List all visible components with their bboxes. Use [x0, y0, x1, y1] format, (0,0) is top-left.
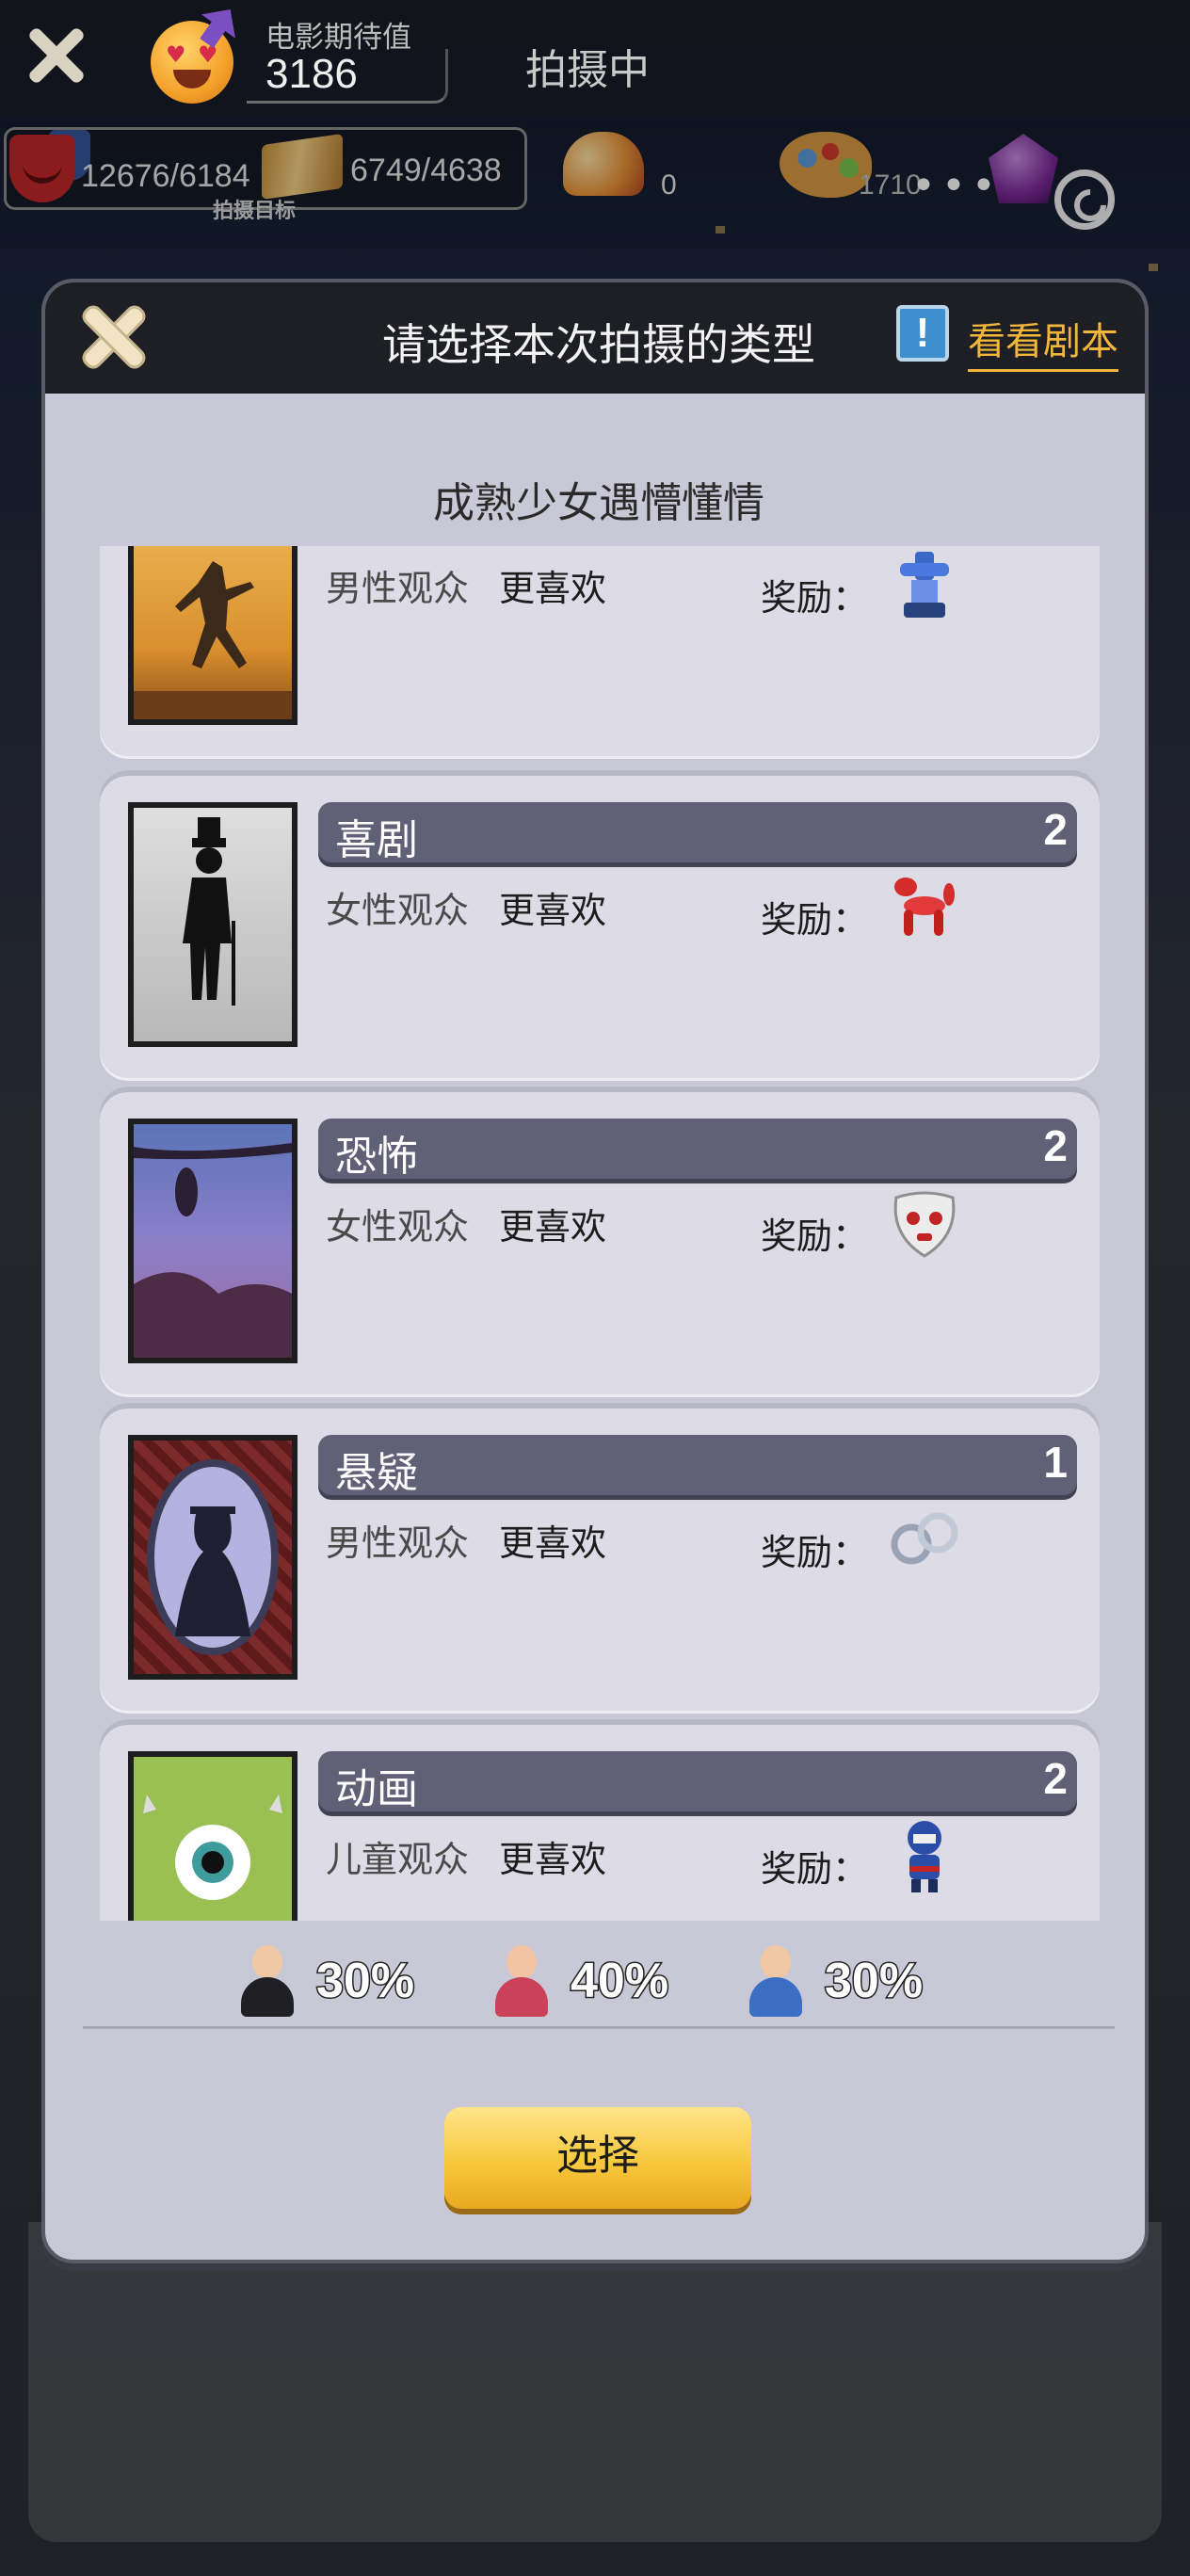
reward-label: 奖励：	[761, 577, 869, 619]
genre-name: 喜剧	[335, 816, 418, 864]
prefer-label: 更喜欢	[499, 1206, 607, 1248]
reward-label: 奖励：	[761, 1216, 869, 1257]
info-icon[interactable]: !	[896, 305, 949, 362]
prefer-label: 更喜欢	[499, 890, 607, 931]
filming-status: 拍摄中	[525, 46, 650, 94]
audience-stats: 30% 40% 30%	[45, 1940, 1152, 2022]
audience-label: 女性观众	[326, 890, 470, 931]
balloon-dog-icon	[887, 868, 962, 947]
genre-count: 2	[1043, 1754, 1068, 1803]
script-title: 成熟少女遇懵懂情	[433, 479, 764, 527]
genre-count: 2	[1043, 1121, 1068, 1170]
scary-mask-icon	[887, 1184, 962, 1264]
hero-figure-icon	[887, 1817, 962, 1896]
genre-select-modal: 请选择本次拍摄的类型 ! 看看剧本 成熟少女遇懵懂情 动作 3 男性观众 更喜欢…	[41, 279, 1149, 2263]
genre-count: 2	[1043, 805, 1068, 854]
genre-card-action[interactable]: 动作 3 男性观众 更喜欢 奖励：	[100, 546, 1100, 759]
view-script-link[interactable]: 看看剧本	[968, 311, 1118, 372]
male-audience-icon	[241, 1945, 294, 2017]
genre-count: 1	[1043, 1438, 1068, 1487]
genre-card-animation[interactable]: 动画 2 儿童观众 更喜欢 奖励：	[100, 1719, 1100, 1921]
action-poster	[128, 546, 298, 725]
child-audience-icon	[749, 1945, 802, 2017]
modal-header: 请选择本次拍摄的类型 ! 看看剧本	[45, 282, 1145, 394]
reward-label: 奖励：	[761, 1848, 869, 1890]
genre-card-suspense[interactable]: 悬疑 1 男性观众 更喜欢 奖励：	[100, 1403, 1100, 1714]
child-percent: 30%	[823, 1953, 924, 2010]
select-button[interactable]: 选择	[444, 2107, 751, 2209]
female-percent: 40%	[569, 1953, 669, 2010]
genre-bar: 喜剧 2	[318, 802, 1077, 864]
background-panel	[28, 2222, 1162, 2542]
prefer-label: 更喜欢	[499, 568, 607, 609]
genre-bar: 悬疑 1	[318, 1435, 1077, 1497]
audience-label: 男性观众	[326, 568, 470, 609]
suspense-poster	[128, 1435, 298, 1680]
genre-bar: 恐怖 2	[318, 1119, 1077, 1181]
audience-label: 男性观众	[326, 1522, 470, 1564]
reward-label: 奖励：	[761, 899, 869, 941]
animation-poster	[128, 1751, 298, 1921]
genre-bar: 动画 2	[318, 1751, 1077, 1813]
male-percent: 30%	[314, 1953, 415, 2010]
handcuffs-icon	[887, 1501, 962, 1580]
female-audience-icon	[495, 1945, 548, 2017]
genre-card-horror[interactable]: 恐怖 2 女性观众 更喜欢 奖励：	[100, 1087, 1100, 1397]
reward-label: 奖励：	[761, 1532, 869, 1573]
genre-name: 恐怖	[335, 1133, 418, 1181]
divider	[83, 2026, 1115, 2029]
genre-list[interactable]: 动作 3 男性观众 更喜欢 奖励： 喜剧 2 女性观众 更喜欢 奖励：	[100, 546, 1100, 1921]
close-icon[interactable]	[21, 21, 90, 90]
comedy-poster	[128, 802, 298, 1047]
prefer-label: 更喜欢	[499, 1839, 607, 1880]
prefer-label: 更喜欢	[499, 1522, 607, 1564]
genre-name: 悬疑	[335, 1449, 418, 1497]
trophy-icon	[887, 546, 962, 625]
audience-label: 女性观众	[326, 1206, 470, 1248]
top-bar: ♥ ♥ 电影期待值 3186 拍摄中	[0, 0, 1190, 118]
horror-poster	[128, 1119, 298, 1363]
audience-label: 儿童观众	[326, 1839, 470, 1880]
genre-card-comedy[interactable]: 喜剧 2 女性观众 更喜欢 奖励：	[100, 770, 1100, 1081]
expectation-value: 3186	[265, 51, 358, 97]
genre-name: 动画	[335, 1765, 418, 1813]
